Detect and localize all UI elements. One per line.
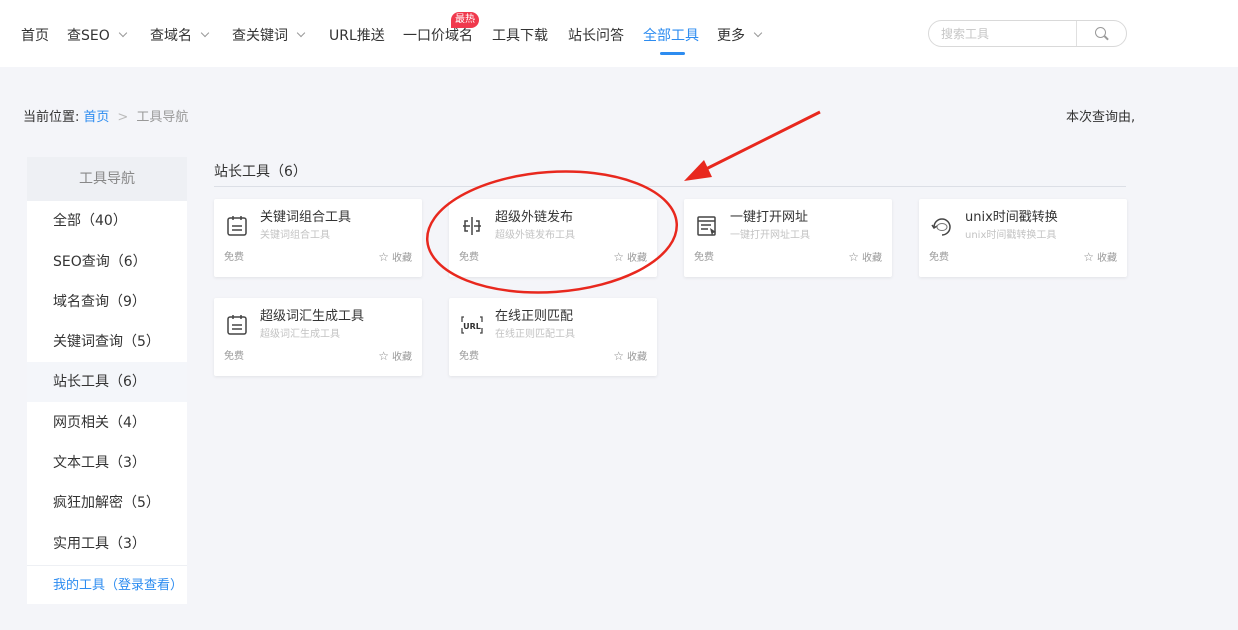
tool-card-desc: unix时间戳转换工具 xyxy=(965,230,1057,241)
sidebar-item-seo[interactable]: SEO查询（6） xyxy=(27,242,187,282)
tool-card-price: 免费 xyxy=(459,252,479,263)
sidebar-my-tools-link[interactable]: 我的工具（登录查看） xyxy=(27,567,187,604)
sidebar-item-domain[interactable]: 域名查询（9） xyxy=(27,282,187,322)
tool-card-desc: 超级词汇生成工具 xyxy=(260,329,340,340)
chevron-down-icon xyxy=(118,28,128,38)
tool-card-title[interactable]: 关键词组合工具 xyxy=(260,209,351,227)
tool-card-title[interactable]: 一键打开网址 xyxy=(730,209,808,227)
breadcrumb-current: 工具导航 xyxy=(136,110,189,125)
annotation-arrow-shaft xyxy=(699,110,821,174)
search-divider xyxy=(1076,21,1077,46)
sidebar-item-text[interactable]: 文本工具（3） xyxy=(27,443,187,483)
star-icon: ☆ xyxy=(613,250,624,264)
tool-card-regex[interactable]: URL 在线正则匹配 在线正则匹配工具 免费 ☆ 收藏 xyxy=(449,298,657,376)
nav-item-more[interactable]: 更多 xyxy=(717,26,763,46)
link-publish-icon xyxy=(463,217,481,235)
favorite-button[interactable]: ☆ 收藏 xyxy=(613,250,647,266)
sidebar-item-web[interactable]: 网页相关（4） xyxy=(27,403,187,443)
nav-item-qa[interactable]: 站长问答 xyxy=(568,26,624,46)
sidebar-item-utility[interactable]: 实用工具（3） xyxy=(27,524,187,564)
breadcrumb: 当前位置: 首页 > 工具导航 xyxy=(23,106,188,125)
star-icon: ☆ xyxy=(1083,250,1094,264)
star-icon: ☆ xyxy=(378,250,389,264)
top-nav-bar: 首页 查SEO 查域名 查关键词 URL推送 一口价域名 最热 工具下载 站长问… xyxy=(0,0,1238,67)
nav-item-fixed-price-domain[interactable]: 一口价域名 xyxy=(403,26,473,46)
chevron-down-icon xyxy=(753,28,763,38)
tool-card-word-generator[interactable]: 超级词汇生成工具 超级词汇生成工具 免费 ☆ 收藏 xyxy=(214,298,422,376)
nav-item-domain[interactable]: 查域名 xyxy=(150,26,210,46)
sidebar-item-crypto[interactable]: 疯狂加解密（5） xyxy=(27,483,187,523)
favorite-button[interactable]: ☆ 收藏 xyxy=(378,349,412,365)
tool-card-desc: 在线正则匹配工具 xyxy=(495,329,575,340)
tool-card-title[interactable]: 在线正则匹配 xyxy=(495,308,573,326)
calendar-icon xyxy=(227,216,247,236)
tool-card-keyword-combo[interactable]: 关键词组合工具 关键词组合工具 免费 ☆ 收藏 xyxy=(214,199,422,277)
tool-card-price: 免费 xyxy=(224,351,244,362)
tool-card-title[interactable]: 超级词汇生成工具 xyxy=(260,308,364,326)
section-divider xyxy=(214,186,1126,187)
sidebar-header: 工具导航 xyxy=(27,157,187,201)
chevron-down-icon xyxy=(200,28,210,38)
tool-card-price: 免费 xyxy=(459,351,479,362)
favorite-button[interactable]: ☆ 收藏 xyxy=(848,250,882,266)
star-icon: ☆ xyxy=(613,349,624,363)
tool-card-link-publish[interactable]: 超级外链发布 超级外链发布工具 免费 ☆ 收藏 xyxy=(449,199,657,277)
nav-item-home[interactable]: 首页 xyxy=(21,26,49,46)
unix-clock-icon xyxy=(931,218,951,236)
nav-item-url-push[interactable]: URL推送 xyxy=(329,26,385,46)
active-tab-indicator xyxy=(660,52,685,55)
sidebar-divider xyxy=(27,565,187,566)
breadcrumb-home-link[interactable]: 首页 xyxy=(83,110,109,125)
favorite-button[interactable]: ☆ 收藏 xyxy=(613,349,647,365)
sidebar-item-all[interactable]: 全部（40） xyxy=(27,201,187,241)
svg-text:URL: URL xyxy=(463,322,481,331)
tool-card-unix-time[interactable]: unix时间戳转换 unix时间戳转换工具 免费 ☆ 收藏 xyxy=(919,199,1127,277)
favorite-button[interactable]: ☆ 收藏 xyxy=(1083,250,1117,266)
tool-card-desc: 超级外链发布工具 xyxy=(495,230,575,241)
calendar-icon xyxy=(227,315,247,335)
section-title: 站长工具（6） xyxy=(214,164,307,180)
search-box xyxy=(928,20,1127,47)
search-input[interactable] xyxy=(941,25,1071,43)
annotation-arrow-head xyxy=(684,160,712,181)
tool-card-title[interactable]: 超级外链发布 xyxy=(495,209,573,227)
tool-card-price: 免费 xyxy=(929,252,949,263)
tool-card-price: 免费 xyxy=(224,252,244,263)
url-icon: URL xyxy=(461,316,483,334)
sidebar: 工具导航 全部（40） SEO查询（6） 域名查询（9） 关键词查询（5） 站长… xyxy=(27,157,187,604)
tool-card-desc: 关键词组合工具 xyxy=(260,230,330,241)
hot-badge: 最热 xyxy=(451,12,479,28)
tool-card-title[interactable]: unix时间戳转换 xyxy=(965,209,1058,227)
sidebar-item-keyword[interactable]: 关键词查询（5） xyxy=(27,322,187,362)
search-icon[interactable] xyxy=(1095,27,1106,38)
chevron-down-icon xyxy=(296,28,306,38)
nav-item-all-tools[interactable]: 全部工具 xyxy=(643,26,699,46)
query-info-text: 本次查询由, xyxy=(1066,110,1136,125)
browser-window-icon xyxy=(697,216,716,236)
favorite-button[interactable]: ☆ 收藏 xyxy=(378,250,412,266)
nav-item-seo[interactable]: 查SEO xyxy=(67,26,128,46)
sidebar-item-webmaster[interactable]: 站长工具（6） xyxy=(27,362,187,402)
nav-item-tool-download[interactable]: 工具下载 xyxy=(492,26,548,46)
star-icon: ☆ xyxy=(848,250,859,264)
breadcrumb-separator: > xyxy=(117,110,129,125)
breadcrumb-label: 当前位置: xyxy=(23,110,80,125)
nav-item-keyword[interactable]: 查关键词 xyxy=(232,26,306,46)
tool-card-desc: 一键打开网址工具 xyxy=(730,230,810,241)
tool-card-price: 免费 xyxy=(694,252,714,263)
tool-card-open-urls[interactable]: 一键打开网址 一键打开网址工具 免费 ☆ 收藏 xyxy=(684,199,892,277)
star-icon: ☆ xyxy=(378,349,389,363)
